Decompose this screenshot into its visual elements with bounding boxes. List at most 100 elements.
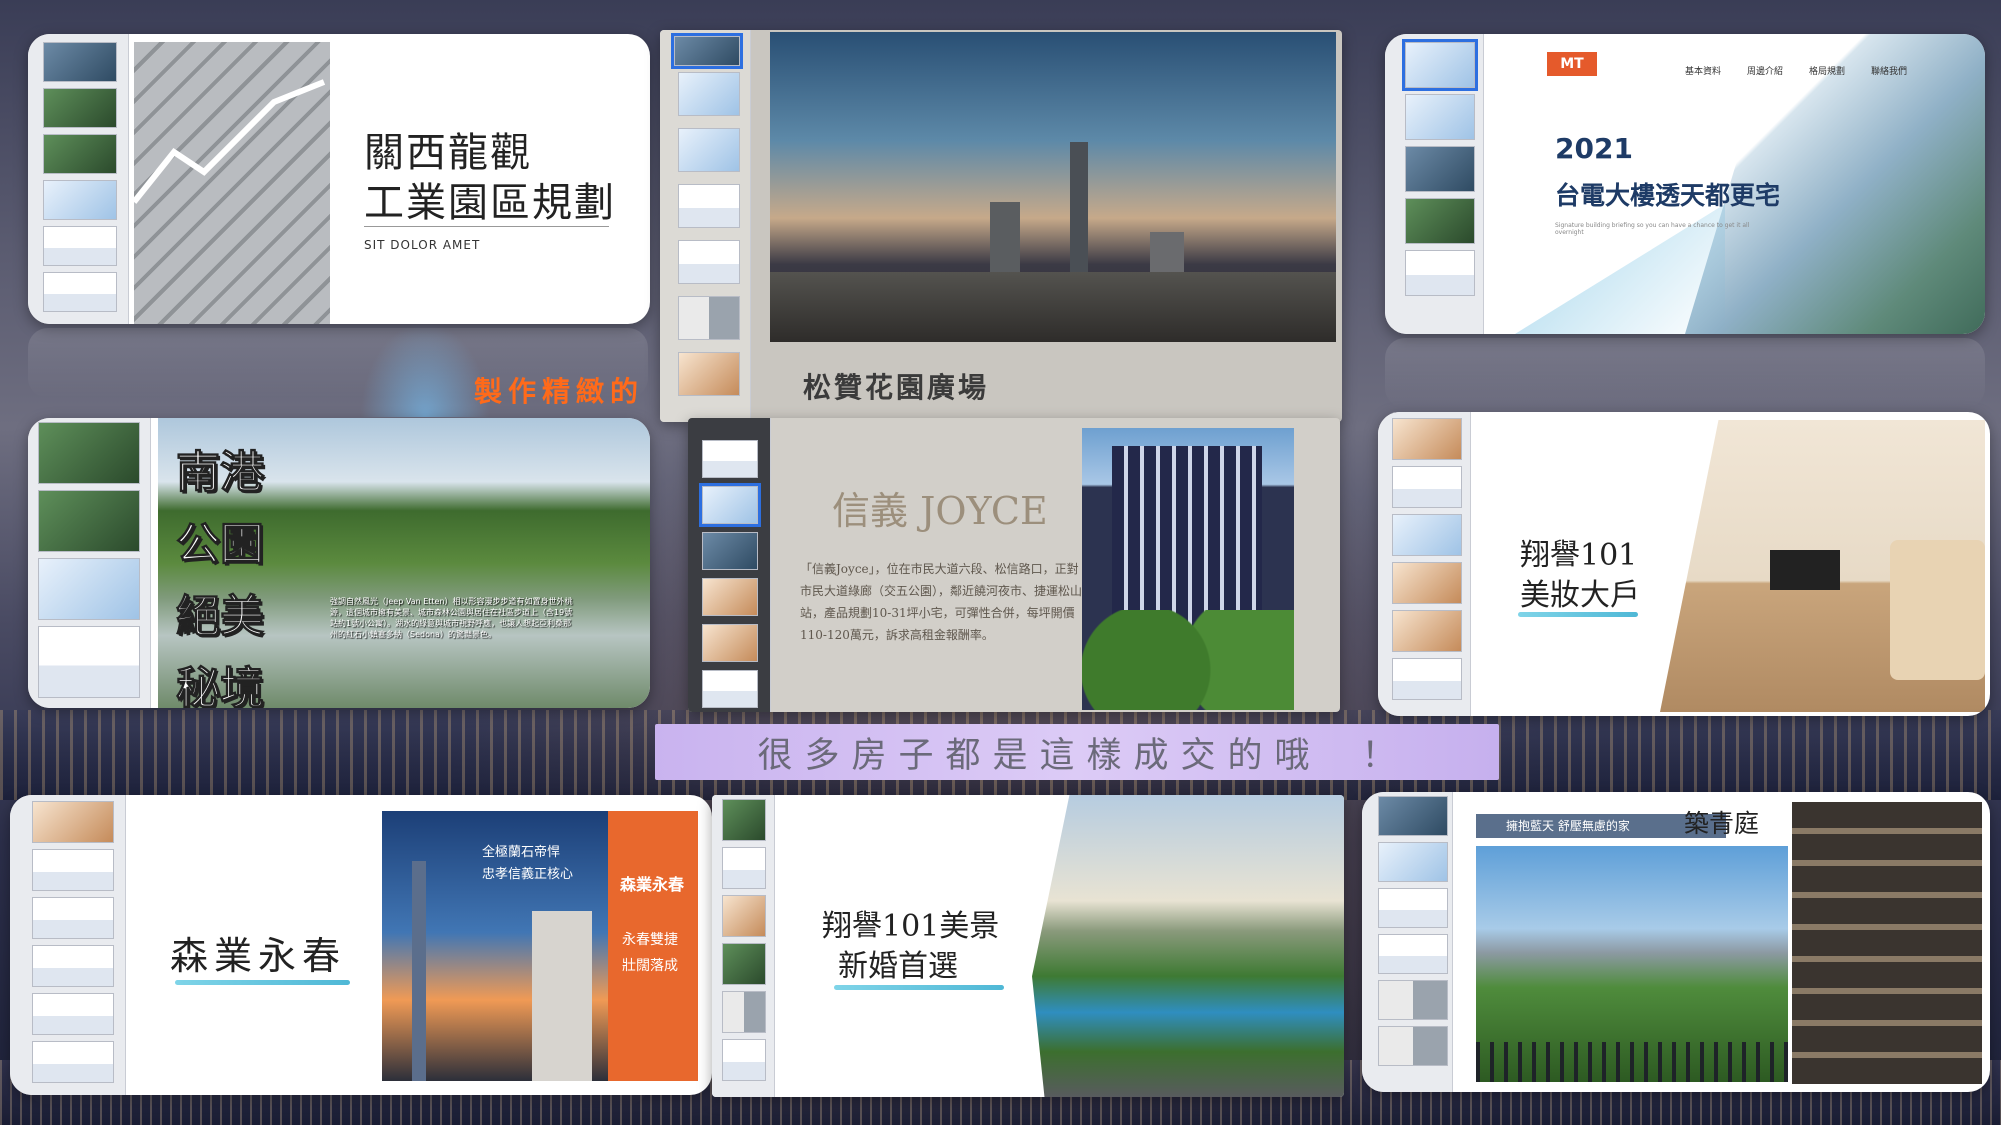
slide-thumbnail[interactable]: [43, 272, 117, 312]
slide-thumbnail[interactable]: [722, 895, 766, 937]
slide-thumbnail-panel[interactable]: [712, 795, 775, 1097]
slide-thumbnail[interactable]: [702, 578, 758, 616]
title-block: 南港 公園 絕美 秘境: [176, 436, 265, 709]
skyline-photo: [770, 32, 1336, 342]
slide-thumbnail[interactable]: [32, 1041, 114, 1083]
slide-thumbnail[interactable]: [1378, 796, 1448, 836]
slide-thumbnail-panel[interactable]: [10, 795, 126, 1095]
slide-thumbnail[interactable]: [1378, 1026, 1448, 1066]
slide-title-line2: 美妝大戶: [1520, 578, 1640, 613]
slide-thumbnail[interactable]: [1392, 466, 1462, 508]
slide-thumbnail[interactable]: [38, 626, 140, 698]
slide-thumbnail[interactable]: [1378, 980, 1448, 1020]
stairs-image: [134, 42, 330, 324]
slide-thumbnail[interactable]: [722, 847, 766, 889]
slide-thumbnail[interactable]: [671, 33, 743, 69]
top-nav: 基本資料 周邊介紹 格局規劃 聯絡我們: [1685, 64, 1907, 77]
slide-thumbnail[interactable]: [1392, 658, 1462, 700]
slide-thumbnail[interactable]: [722, 991, 766, 1033]
slide-thumbnail[interactable]: [32, 993, 114, 1035]
title-underline: [1518, 612, 1638, 617]
slide-thumbnail[interactable]: [1378, 888, 1448, 928]
slide-title: 松贊花園廣場: [803, 371, 990, 404]
slide-card-zhuqingting[interactable]: 擁抱藍天 舒壓無慮的家 築青庭: [1362, 792, 1990, 1092]
slide-thumbnail[interactable]: [702, 624, 758, 662]
slide-card-guanxi[interactable]: 關西龍觀 工業園區規劃 SIT DOLOR AMET: [28, 34, 650, 324]
slide-thumbnail[interactable]: [699, 483, 761, 527]
nav-item[interactable]: 周邊介紹: [1747, 64, 1783, 77]
title-char: 秘境: [176, 663, 265, 709]
slide-thumbnail[interactable]: [38, 490, 140, 552]
slide-thumbnail[interactable]: [32, 945, 114, 987]
slide-thumbnail-panel[interactable]: [1385, 34, 1484, 334]
title-char: 絕美: [176, 591, 265, 643]
slide-thumbnail[interactable]: [32, 849, 114, 891]
slide-thumbnail[interactable]: [702, 670, 758, 708]
brand-text: 森業永春: [620, 875, 685, 894]
nav-item[interactable]: 基本資料: [1685, 64, 1721, 77]
slide-thumbnail[interactable]: [43, 88, 117, 128]
interior-photo: [1660, 420, 1985, 712]
slide-thumbnail[interactable]: [702, 440, 758, 478]
slide-thumbnail[interactable]: [1392, 562, 1462, 604]
slide-thumbnail[interactable]: [678, 184, 740, 228]
slide-title-line2: 新婚首選: [838, 949, 958, 984]
slide-thumbnail[interactable]: [43, 42, 117, 82]
slide-thumbnail[interactable]: [1392, 610, 1462, 652]
slide-thumbnail[interactable]: [1402, 39, 1478, 91]
slide-thumbnail[interactable]: [32, 897, 114, 939]
city-blocks: [770, 272, 1336, 342]
slide-thumbnail[interactable]: [43, 226, 117, 266]
nav-item[interactable]: 格局規劃: [1809, 64, 1845, 77]
slide-thumbnail[interactable]: [678, 72, 740, 116]
slide-card-songzan[interactable]: 松贊花園廣場: [660, 30, 1342, 422]
slide-thumbnail-panel[interactable]: [660, 30, 751, 422]
trees: [1082, 610, 1294, 710]
slide-thumbnail[interactable]: [722, 799, 766, 841]
nav-item[interactable]: 聯絡我們: [1871, 64, 1907, 77]
slide-card-senye[interactable]: 森業永春 全極蘭石帝悍 忠孝信義正核心 森業永春 永春雙捷 壯闊落成: [10, 795, 712, 1095]
slide-thumbnail[interactable]: [678, 240, 740, 284]
slide-thumbnail[interactable]: [1405, 198, 1475, 244]
slide-thumbnail-panel[interactable]: [688, 418, 771, 712]
slide-thumbnail-panel[interactable]: [28, 418, 151, 708]
slide-thumbnail[interactable]: [1392, 514, 1462, 556]
slide-card-xiangyu-wedding[interactable]: 翔譽101美景 新婚首選: [712, 795, 1344, 1097]
slide-thumbnail[interactable]: [722, 1039, 766, 1081]
slide-thumbnail-panel[interactable]: [1362, 792, 1453, 1092]
headline-banner: 很多房子都是這樣成交的哦 ！: [655, 724, 1499, 780]
slide-thumbnail-panel[interactable]: [28, 34, 129, 324]
slide-thumbnail[interactable]: [1405, 146, 1475, 192]
slide-title-line1: 翔譽101: [1520, 538, 1638, 573]
tag-line2: 壯闊落成: [622, 958, 678, 974]
ad-line2: 忠孝信義正核心: [482, 867, 574, 882]
ad-line1: 全極蘭石帝悍: [482, 845, 561, 860]
slide-card-nangang[interactable]: 南港 公園 絕美 秘境 強調自然風光（Jeep Van Etten）相以形容漫步…: [28, 418, 650, 708]
view-photo: [1476, 846, 1788, 1082]
slide-thumbnail[interactable]: [38, 558, 140, 620]
slide-thumbnail[interactable]: [702, 532, 758, 570]
slide-thumbnail[interactable]: [1378, 934, 1448, 974]
slide-thumbnail[interactable]: [32, 801, 114, 843]
slide-thumbnail[interactable]: [1378, 842, 1448, 882]
tower-glow: [360, 322, 490, 417]
slide-thumbnail[interactable]: [678, 296, 740, 340]
slide-thumbnail[interactable]: [43, 134, 117, 174]
slide-thumbnail[interactable]: [1405, 250, 1475, 296]
slide-body-text: 「信義Joyce」，位在市民大道六段、松信路口，正對市民大道綠廊（交五公園），鄰…: [800, 562, 1083, 642]
accent-text: 製作精緻的: [474, 375, 645, 408]
tower: [532, 911, 592, 1081]
slide-card-joyce[interactable]: 信義 JOYCE 「信義Joyce」，位在市民大道六段、松信路口，正對市民大道綠…: [688, 418, 1340, 712]
slide-thumbnail[interactable]: [678, 128, 740, 172]
slide-thumbnail[interactable]: [678, 352, 740, 396]
slide-card-xiangyu-makeup[interactable]: 翔譽101 美妝大戶: [1378, 412, 1990, 716]
building-photo: [1792, 802, 1982, 1084]
orange-side-panel: 森業永春 永春雙捷 壯闊落成: [608, 811, 698, 1081]
slide-thumbnail[interactable]: [1392, 418, 1462, 460]
slide-thumbnail[interactable]: [38, 422, 140, 484]
slide-thumbnail[interactable]: [722, 943, 766, 985]
slide-thumbnail-panel[interactable]: [1378, 412, 1471, 716]
slide-thumbnail[interactable]: [43, 180, 117, 220]
slide-thumbnail[interactable]: [1405, 94, 1475, 140]
slide-card-taipower[interactable]: MT 基本資料 周邊介紹 格局規劃 聯絡我們 2021 台電大樓透天都更宅 Si…: [1385, 34, 1985, 334]
